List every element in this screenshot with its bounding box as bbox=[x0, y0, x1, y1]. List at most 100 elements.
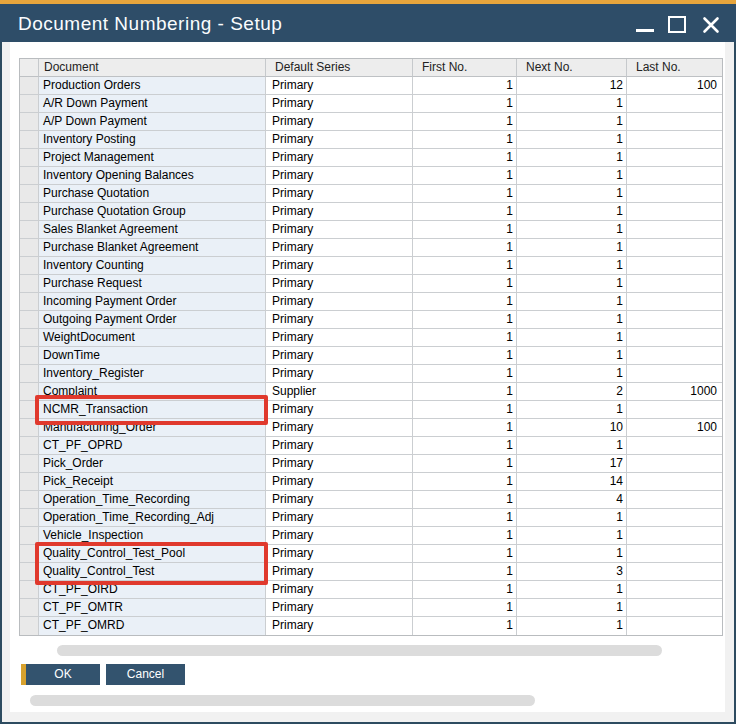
cell-default-series[interactable]: Primary bbox=[266, 599, 413, 617]
window-horizontal-scrollbar[interactable] bbox=[30, 695, 535, 706]
row-selector[interactable] bbox=[20, 77, 39, 95]
row-selector[interactable] bbox=[20, 509, 39, 527]
row-selector[interactable] bbox=[20, 473, 39, 491]
row-selector[interactable] bbox=[20, 167, 39, 185]
cell-document[interactable]: Pick_Receipt bbox=[39, 473, 266, 491]
cell-default-series[interactable]: Primary bbox=[266, 131, 413, 149]
cell-default-series[interactable]: Primary bbox=[266, 455, 413, 473]
cell-last-no[interactable] bbox=[627, 311, 722, 329]
header-next-no[interactable]: Next No. bbox=[517, 59, 627, 77]
cell-default-series[interactable]: Primary bbox=[266, 113, 413, 131]
row-selector[interactable] bbox=[20, 185, 39, 203]
maximize-icon[interactable] bbox=[668, 16, 686, 33]
close-icon[interactable] bbox=[701, 15, 721, 35]
cell-next-no[interactable]: 2 bbox=[517, 383, 627, 401]
cell-default-series[interactable]: Primary bbox=[266, 167, 413, 185]
cell-last-no[interactable] bbox=[627, 509, 722, 527]
cell-next-no[interactable]: 1 bbox=[517, 527, 627, 545]
cell-document[interactable]: Inventory_Register bbox=[39, 365, 266, 383]
cell-last-no[interactable] bbox=[627, 275, 722, 293]
cell-last-no[interactable] bbox=[627, 527, 722, 545]
row-selector[interactable] bbox=[20, 203, 39, 221]
header-default-series[interactable]: Default Series bbox=[266, 59, 413, 77]
cell-document[interactable]: A/R Down Payment bbox=[39, 95, 266, 113]
cell-next-no[interactable]: 1 bbox=[517, 167, 627, 185]
cell-default-series[interactable]: Primary bbox=[266, 419, 413, 437]
cell-default-series[interactable]: Primary bbox=[266, 329, 413, 347]
cell-document[interactable]: Operation_Time_Recording_Adj bbox=[39, 509, 266, 527]
row-selector[interactable] bbox=[20, 599, 39, 617]
cell-default-series[interactable]: Primary bbox=[266, 77, 413, 95]
cell-first-no[interactable]: 1 bbox=[413, 491, 517, 509]
row-selector[interactable] bbox=[20, 293, 39, 311]
cell-last-no[interactable] bbox=[627, 221, 722, 239]
cell-first-no[interactable]: 1 bbox=[413, 185, 517, 203]
cell-next-no[interactable]: 1 bbox=[517, 95, 627, 113]
cell-default-series[interactable]: Primary bbox=[266, 311, 413, 329]
row-selector[interactable] bbox=[20, 347, 39, 365]
cell-next-no[interactable]: 10 bbox=[517, 419, 627, 437]
row-selector[interactable] bbox=[20, 617, 39, 635]
cell-last-no[interactable] bbox=[627, 203, 722, 221]
cell-next-no[interactable]: 1 bbox=[517, 131, 627, 149]
header-last-no[interactable]: Last No. bbox=[627, 59, 722, 77]
cell-next-no[interactable]: 17 bbox=[517, 455, 627, 473]
cell-default-series[interactable]: Primary bbox=[266, 527, 413, 545]
row-selector[interactable] bbox=[20, 131, 39, 149]
row-selector[interactable] bbox=[20, 437, 39, 455]
cell-last-no[interactable] bbox=[627, 293, 722, 311]
cell-first-no[interactable]: 1 bbox=[413, 77, 517, 95]
cell-default-series[interactable]: Primary bbox=[266, 617, 413, 635]
cell-document[interactable]: Inventory Posting bbox=[39, 131, 266, 149]
cell-last-no[interactable] bbox=[627, 437, 722, 455]
cell-document[interactable]: Outgoing Payment Order bbox=[39, 311, 266, 329]
cell-next-no[interactable]: 1 bbox=[517, 545, 627, 563]
cell-last-no[interactable] bbox=[627, 329, 722, 347]
cell-default-series[interactable]: Primary bbox=[266, 221, 413, 239]
cell-next-no[interactable]: 1 bbox=[517, 617, 627, 635]
cell-first-no[interactable]: 1 bbox=[413, 473, 517, 491]
cell-default-series[interactable]: Primary bbox=[266, 581, 413, 599]
cell-last-no[interactable] bbox=[627, 95, 722, 113]
cell-default-series[interactable]: Primary bbox=[266, 473, 413, 491]
cell-document[interactable]: Inventory Opening Balances bbox=[39, 167, 266, 185]
cell-first-no[interactable]: 1 bbox=[413, 527, 517, 545]
row-selector[interactable] bbox=[20, 455, 39, 473]
cell-default-series[interactable]: Primary bbox=[266, 239, 413, 257]
cell-default-series[interactable]: Primary bbox=[266, 95, 413, 113]
cell-document[interactable]: Purchase Quotation Group bbox=[39, 203, 266, 221]
cell-next-no[interactable]: 1 bbox=[517, 581, 627, 599]
cell-default-series[interactable]: Primary bbox=[266, 347, 413, 365]
cell-document[interactable]: CT_PF_OMRD bbox=[39, 617, 266, 635]
cell-first-no[interactable]: 1 bbox=[413, 131, 517, 149]
cell-last-no[interactable] bbox=[627, 563, 722, 581]
cell-last-no[interactable] bbox=[627, 365, 722, 383]
cell-next-no[interactable]: 1 bbox=[517, 185, 627, 203]
row-selector[interactable] bbox=[20, 257, 39, 275]
cell-next-no[interactable]: 4 bbox=[517, 491, 627, 509]
cell-last-no[interactable] bbox=[627, 149, 722, 167]
cell-document[interactable]: WeightDocument bbox=[39, 329, 266, 347]
cell-document[interactable]: Purchase Blanket Agreement bbox=[39, 239, 266, 257]
cell-document[interactable]: CT_PF_OPRD bbox=[39, 437, 266, 455]
cell-last-no[interactable] bbox=[627, 113, 722, 131]
cell-default-series[interactable]: Primary bbox=[266, 257, 413, 275]
cell-last-no[interactable] bbox=[627, 257, 722, 275]
cell-default-series[interactable]: Primary bbox=[266, 275, 413, 293]
cell-document[interactable]: DownTime bbox=[39, 347, 266, 365]
row-selector[interactable] bbox=[20, 221, 39, 239]
cell-default-series[interactable]: Primary bbox=[266, 293, 413, 311]
cell-document[interactable]: Pick_Order bbox=[39, 455, 266, 473]
row-selector[interactable] bbox=[20, 239, 39, 257]
header-first-no[interactable]: First No. bbox=[413, 59, 517, 77]
cell-next-no[interactable]: 1 bbox=[517, 311, 627, 329]
cell-next-no[interactable]: 1 bbox=[517, 329, 627, 347]
cell-default-series[interactable]: Primary bbox=[266, 437, 413, 455]
cell-document[interactable]: Purchase Request bbox=[39, 275, 266, 293]
row-selector[interactable] bbox=[20, 275, 39, 293]
cell-first-no[interactable]: 1 bbox=[413, 95, 517, 113]
cell-next-no[interactable]: 1 bbox=[517, 437, 627, 455]
header-document[interactable]: Document bbox=[39, 59, 266, 77]
cell-document[interactable]: Incoming Payment Order bbox=[39, 293, 266, 311]
cell-document[interactable]: CT_PF_OMTR bbox=[39, 599, 266, 617]
